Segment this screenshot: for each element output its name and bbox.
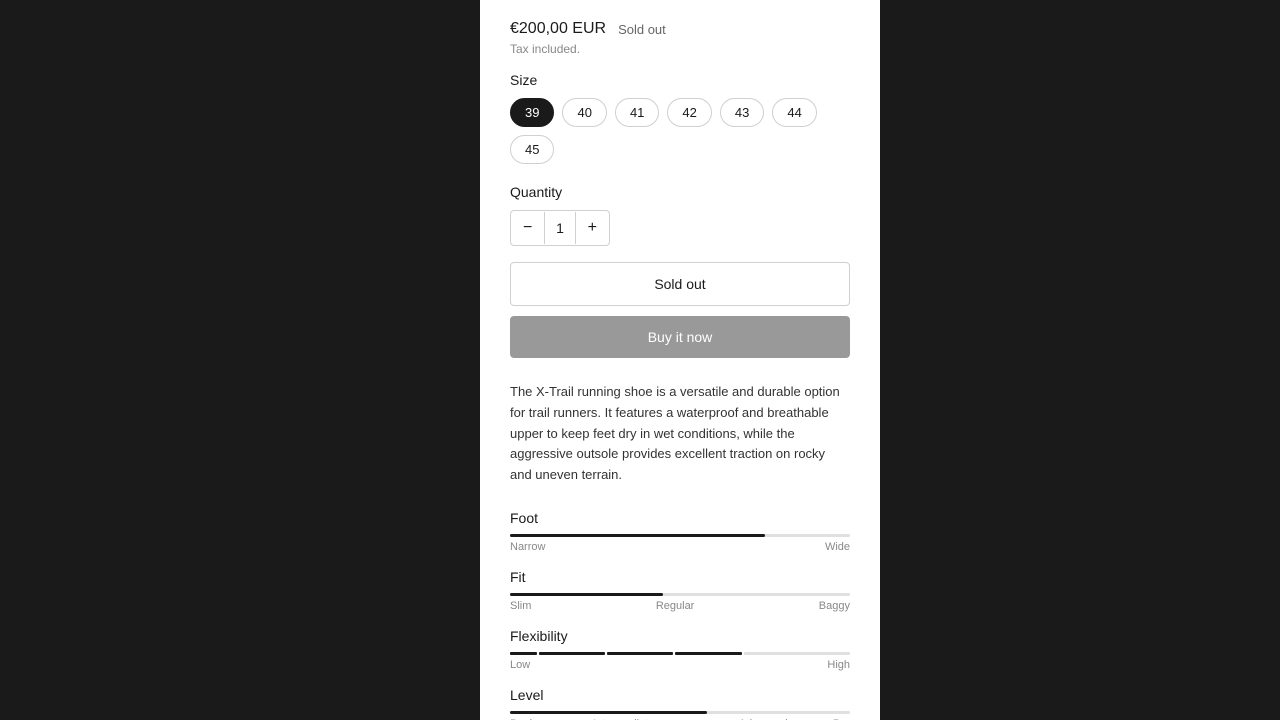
- product-detail-panel: €200,00 EUR Sold out Tax included. Size …: [480, 0, 880, 720]
- sold-out-status: Sold out: [618, 22, 666, 37]
- size-label: Size: [510, 72, 850, 88]
- quantity-section: Quantity − 1 +: [510, 184, 850, 246]
- quantity-label: Quantity: [510, 184, 850, 200]
- size-option-41[interactable]: 41: [615, 98, 659, 127]
- foot-title: Foot: [510, 510, 850, 526]
- level-slider-fill: [510, 711, 707, 714]
- size-option-42[interactable]: 42: [667, 98, 711, 127]
- buy-now-button[interactable]: Buy it now: [510, 316, 850, 358]
- quantity-value: 1: [544, 212, 575, 244]
- size-option-40[interactable]: 40: [562, 98, 606, 127]
- foot-label-wide: Wide: [825, 541, 850, 553]
- flex-label-high: High: [827, 659, 850, 671]
- fit-title: Fit: [510, 569, 850, 585]
- quantity-decrease-button[interactable]: −: [511, 211, 544, 245]
- size-option-43[interactable]: 43: [720, 98, 764, 127]
- flex-seg-4: [675, 652, 741, 655]
- page-wrapper: €200,00 EUR Sold out Tax included. Size …: [0, 0, 1280, 720]
- flex-label-low: Low: [510, 659, 530, 671]
- foot-slider-track: [510, 534, 850, 537]
- product-price: €200,00 EUR: [510, 20, 606, 38]
- quantity-control: − 1 +: [510, 210, 610, 246]
- flexibility-title: Flexibility: [510, 628, 850, 644]
- flex-seg-2: [539, 652, 605, 655]
- fit-attribute: Fit Slim Regular Baggy: [510, 569, 850, 612]
- size-grid: 39 40 41 42 43 44 45: [510, 98, 850, 164]
- foot-slider-labels: Narrow Wide: [510, 541, 850, 553]
- foot-slider-fill: [510, 534, 765, 537]
- sidebar-right: [880, 0, 1280, 720]
- sold-out-button: Sold out: [510, 262, 850, 306]
- flex-seg-3: [607, 652, 673, 655]
- size-option-45[interactable]: 45: [510, 135, 554, 164]
- level-title: Level: [510, 687, 850, 703]
- product-description: The X-Trail running shoe is a versatile …: [510, 382, 850, 486]
- fit-label-slim: Slim: [510, 600, 531, 612]
- flex-seg-5: [744, 652, 850, 655]
- level-slider-track: [510, 711, 850, 714]
- flexibility-slider-labels: Low High: [510, 659, 850, 671]
- foot-attribute: Foot Narrow Wide: [510, 510, 850, 553]
- tax-info: Tax included.: [510, 42, 850, 56]
- size-option-44[interactable]: 44: [772, 98, 816, 127]
- foot-label-narrow: Narrow: [510, 541, 545, 553]
- sidebar-left: [0, 0, 480, 720]
- quantity-increase-button[interactable]: +: [576, 211, 609, 245]
- fit-slider-labels: Slim Regular Baggy: [510, 600, 850, 612]
- fit-label-baggy: Baggy: [819, 600, 850, 612]
- level-attribute: Level Beginner Intermediate Advanced Pro: [510, 687, 850, 720]
- flex-seg-1: [510, 652, 537, 655]
- flexibility-attribute: Flexibility Low High: [510, 628, 850, 671]
- fit-slider-fill: [510, 593, 663, 596]
- size-option-39[interactable]: 39: [510, 98, 554, 127]
- fit-label-regular: Regular: [531, 600, 818, 612]
- flexibility-slider: [510, 652, 850, 655]
- price-row: €200,00 EUR Sold out: [510, 20, 850, 38]
- fit-slider-track: [510, 593, 850, 596]
